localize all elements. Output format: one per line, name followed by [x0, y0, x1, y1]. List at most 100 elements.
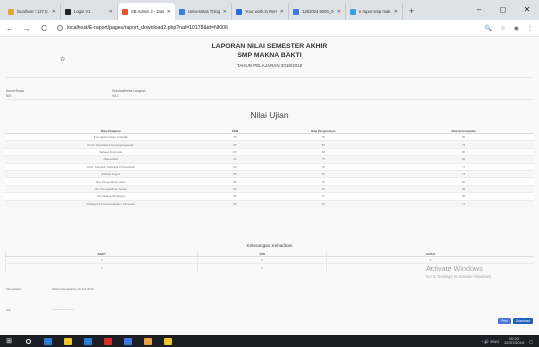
table-cell: 80	[253, 147, 394, 156]
taskbar-app-icon[interactable]	[158, 335, 178, 347]
table-cell: 80	[216, 169, 254, 178]
minimize-button[interactable]: –	[467, 0, 491, 20]
browser-tab[interactable]: SB Admin 2 - Das ✕	[118, 3, 175, 20]
table-cell: 0	[197, 263, 327, 272]
table-row: Ilmu Agama Islam & Ibadah 75 75 80	[5, 132, 534, 141]
close-window-button[interactable]: ✕	[515, 0, 539, 20]
browser-tab[interactable]: Login V1 ✕	[61, 3, 118, 20]
close-tab-icon[interactable]: ✕	[337, 9, 341, 15]
table-cell: 0	[4, 263, 198, 272]
print-button[interactable]: Print	[498, 318, 511, 324]
tab-favicon-icon	[179, 8, 185, 15]
profile-icon[interactable]: ◉	[514, 25, 519, 32]
acknowledged-label: Mengetahui	[6, 287, 22, 291]
taskbar-app-icon[interactable]	[138, 335, 158, 347]
download-button[interactable]: Download	[512, 318, 533, 324]
homeroom-label: Wali Kelas	[52, 287, 67, 291]
table-cell: 75	[253, 177, 394, 186]
notifications-icon[interactable]: ▢	[529, 339, 533, 344]
browser-tab[interactable]: 1252024 5000_01 ✕	[289, 3, 346, 20]
close-tab-icon[interactable]: ✕	[167, 9, 171, 15]
divider	[6, 77, 533, 78]
divider	[6, 99, 533, 100]
table-cell: 80	[216, 184, 254, 193]
browser-tab[interactable]: localhost / 127.0. ✕	[4, 3, 61, 20]
table-cell: Pend. Pancasila & Kewarganegaraan	[5, 140, 217, 149]
table-cell: 80	[216, 199, 254, 208]
search-icon[interactable]	[18, 335, 38, 347]
tab-favicon-icon	[65, 8, 71, 15]
table-cell: 80	[216, 140, 254, 149]
table-row: Prakarya & Kewirausahaan / Komputer 80 75 7…	[5, 199, 534, 208]
url-text[interactable]: localhost/E-raport/pages/raport_download…	[67, 25, 228, 31]
system-tray: ^ 🔊 ENG 09:22 22/07/2019 ▢	[481, 336, 539, 346]
tab-favicon-icon	[236, 8, 242, 15]
table-cell: Bahasa Inggris	[5, 169, 217, 178]
table-cell: 80	[253, 140, 394, 149]
menu-icon[interactable]: ⋮	[527, 25, 533, 32]
table-row: Seni Budaya/Prakarya 80 77 80	[5, 192, 534, 201]
table-cell: 0	[326, 255, 534, 264]
table-cell: 75	[253, 155, 394, 164]
reload-button[interactable]: C	[40, 24, 48, 33]
table-row: Ilmu Pengetahuan Alam 80 75 80	[5, 177, 534, 186]
close-tab-icon[interactable]: ✕	[52, 9, 56, 15]
table-cell: 0	[197, 255, 327, 264]
browser-tab[interactable]: e rapor smp mak ✕	[346, 3, 403, 20]
close-tab-icon[interactable]: ✕	[394, 9, 398, 15]
table-cell: Seni Budaya/Prakarya	[5, 192, 217, 201]
table-cell: 75	[216, 132, 254, 141]
table-cell: 80	[216, 177, 254, 186]
table-row: Bahasa Inggris 80 75 77	[5, 169, 534, 178]
table-cell: 80	[216, 162, 254, 171]
close-tab-icon[interactable]: ✕	[280, 9, 284, 15]
taskbar-app-icon[interactable]	[98, 335, 118, 347]
clock[interactable]: 09:22 22/07/2019	[504, 336, 525, 346]
forward-button[interactable]: →	[23, 24, 31, 33]
close-tab-icon[interactable]: ✕	[109, 9, 113, 15]
table-cell: 80	[216, 155, 254, 164]
table-row: Pend. Jasmani, Olahraga & Kesehatan 80 75 7…	[5, 162, 534, 171]
attendance-heading: Keterangan Kehadiran	[246, 243, 293, 248]
browser-tab[interactable]: Universitas Trilog ✕	[175, 3, 232, 20]
taskbar-app-icon[interactable]	[58, 335, 78, 347]
taskbar-app-icon[interactable]	[118, 335, 138, 347]
tray-status[interactable]: ^ 🔊 ENG	[481, 339, 499, 344]
table-cell: Pend. Jasmani, Olahraga & Kesehatan	[5, 162, 217, 171]
new-tab-button[interactable]: +	[403, 3, 420, 20]
table-cell: 75	[253, 169, 394, 178]
maximize-button[interactable]: ◻	[491, 0, 515, 20]
tab-label: Universitas Trilog	[188, 9, 220, 14]
table-row: 000	[4, 255, 534, 264]
table-cell: Ilmu Pengetahuan Alam	[5, 177, 217, 186]
table-cell: 80	[393, 147, 534, 156]
table-cell: 0	[4, 255, 198, 264]
back-button[interactable]: ←	[6, 24, 14, 33]
close-tab-icon[interactable]: ✕	[223, 9, 227, 15]
grades-table: Mata Pelajaran KKM Nilai Pengetahuan Nilai …	[5, 128, 534, 208]
window-controls: – ◻ ✕	[467, 0, 539, 20]
address-bar: ← → C i localhost/E-raport/pages/raport_…	[0, 20, 539, 37]
search-icon[interactable]: 🔍	[485, 25, 492, 32]
student-nis-label: NIS	[6, 94, 12, 98]
table-row: Bahasa Indonesia 80 80 80	[5, 147, 534, 156]
table-cell: 80	[393, 155, 534, 164]
bookmark-star-icon[interactable]: ☆	[500, 25, 505, 32]
start-button[interactable]: ⊞	[0, 337, 18, 345]
url-field[interactable]: i localhost/E-raport/pages/raport_downlo…	[57, 25, 476, 31]
tab-strip: localhost / 127.0. ✕ Login V1 ✕ SB Admin 2 -…	[0, 0, 539, 20]
academic-year: TAHUN PELAJARAN 2018/2019	[236, 63, 303, 68]
clock-date: 22/07/2019	[504, 340, 525, 345]
taskbar-app-icon[interactable]	[38, 335, 58, 347]
school-class-label: Sekolah/Kelas Langkah	[112, 89, 146, 93]
report-page: ✿ LAPORAN NILAI SEMESTER AKHIR SMP MAKNA…	[0, 37, 539, 335]
info-icon[interactable]: i	[57, 25, 63, 31]
tab-favicon-icon	[350, 8, 356, 15]
table-cell: 75	[253, 199, 394, 208]
table-cell: Matematika	[5, 155, 217, 164]
tab-label: Login V1	[74, 9, 91, 14]
browser-tab[interactable]: Your work in Rem ✕	[232, 3, 289, 20]
taskbar-app-icon[interactable]	[78, 335, 98, 347]
tab-label: e rapor smp mak	[359, 9, 391, 14]
table-row: Ilmu Pengetahuan Sosial 80 75 80	[5, 184, 534, 193]
